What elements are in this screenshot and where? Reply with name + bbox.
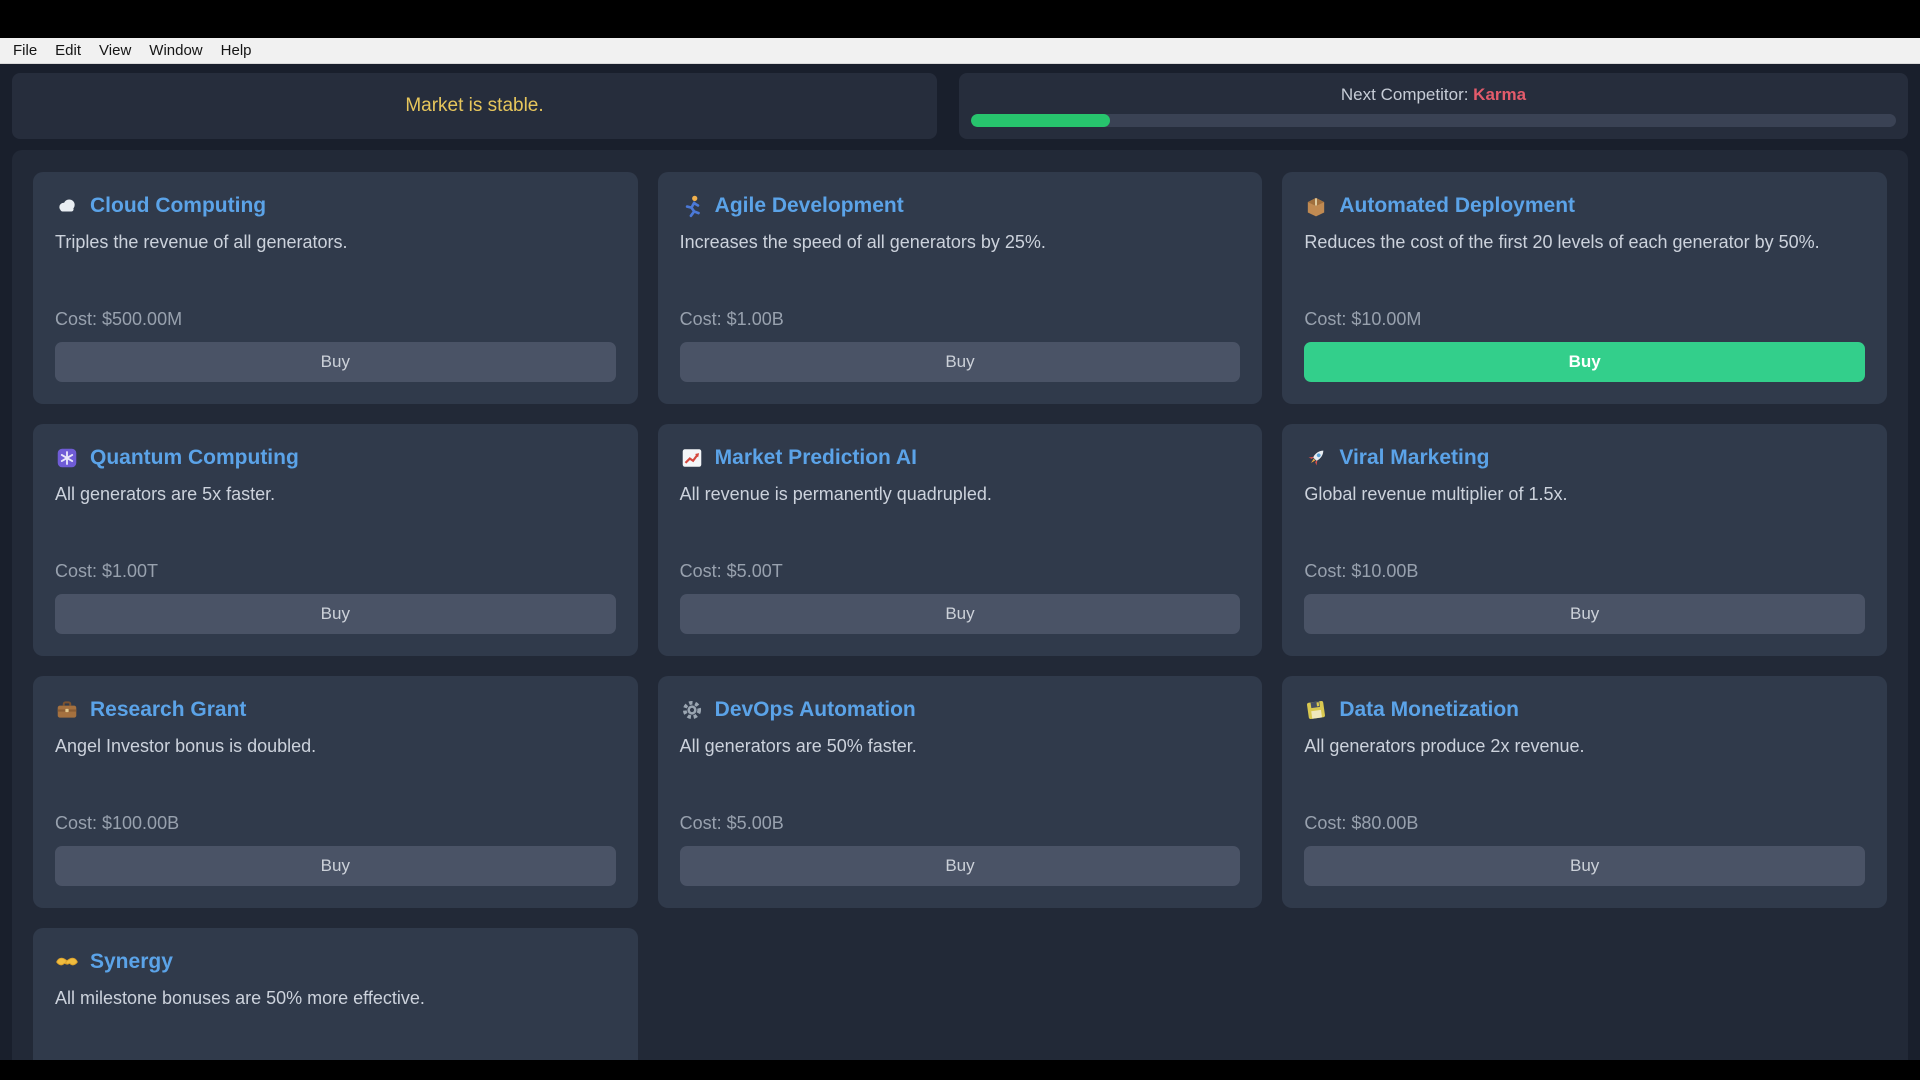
competitor-name: Karma [1473,85,1526,104]
buy-button[interactable]: Buy [55,594,616,634]
upgrade-description: Increases the speed of all generators by… [680,230,1241,255]
upgrade-description: All generators are 50% faster. [680,734,1241,759]
upgrade-title: Synergy [90,950,173,974]
app-content: Market is stable. Next Competitor: Karma… [0,64,1920,1080]
menubar: File Edit View Window Help [0,38,1920,64]
upgrade-cost: Cost: $5.00B [680,813,1241,834]
upgrade-description: Global revenue multiplier of 1.5x. [1304,482,1865,507]
upgrade-title: Agile Development [715,194,904,218]
competitor-panel: Next Competitor: Karma [959,73,1908,139]
upgrade-description: All revenue is permanently quadrupled. [680,482,1241,507]
upgrade-title-row: Quantum Computing [55,446,616,470]
market-status-message: Market is stable. [405,95,543,117]
quantum-chip-icon [55,446,79,470]
buy-button[interactable]: Buy [1304,594,1865,634]
upgrade-card-quantum-computing: Quantum Computing All generators are 5x … [33,424,638,656]
upgrade-cost: Cost: $80.00B [1304,813,1865,834]
upgrade-card-market-prediction-ai: Market Prediction AI All revenue is perm… [658,424,1263,656]
upgrade-description: All generators are 5x faster. [55,482,616,507]
status-row: Market is stable. Next Competitor: Karma [12,73,1908,139]
menu-edit[interactable]: Edit [46,42,90,59]
runner-icon [680,194,704,218]
upgrade-cost: Cost: $5.00T [680,561,1241,582]
upgrade-title-row: Synergy [55,950,616,974]
upgrade-card-devops-automation: DevOps Automation All generators are 50%… [658,676,1263,908]
floppy-disk-icon [1304,698,1328,722]
upgrade-card-research-grant: Research Grant Angel Investor bonus is d… [33,676,638,908]
handshake-icon [55,950,79,974]
competitor-progress-track [971,114,1896,127]
upgrade-title: Automated Deployment [1339,194,1575,218]
menu-view[interactable]: View [90,42,140,59]
upgrade-card-cloud-computing: Cloud Computing Triples the revenue of a… [33,172,638,404]
buy-button[interactable]: Buy [1304,846,1865,886]
buy-button[interactable]: Buy [55,846,616,886]
upgrade-title-row: Data Monetization [1304,698,1865,722]
upgrade-title: DevOps Automation [715,698,916,722]
upgrade-title: Data Monetization [1339,698,1519,722]
upgrade-cost: Cost: $100.00B [55,813,616,834]
competitor-label-text: Next Competitor: [1341,85,1473,104]
upgrade-card-viral-marketing: Viral Marketing Global revenue multiplie… [1282,424,1887,656]
briefcase-icon [55,698,79,722]
upgrade-card-data-monetization: Data Monetization All generators produce… [1282,676,1887,908]
upgrade-description: All milestone bonuses are 50% more effec… [55,986,616,1011]
competitor-progress-fill [971,114,1110,127]
menu-window[interactable]: Window [140,42,211,59]
upgrade-title-row: DevOps Automation [680,698,1241,722]
upgrades-grid: Cloud Computing Triples the revenue of a… [33,172,1887,1080]
upgrade-title-row: Market Prediction AI [680,446,1241,470]
chart-increasing-icon [680,446,704,470]
upgrade-title-row: Cloud Computing [55,194,616,218]
buy-button[interactable]: Buy [1304,342,1865,382]
menu-help[interactable]: Help [212,42,261,59]
upgrade-cost: Cost: $1.00B [680,309,1241,330]
upgrade-card-synergy: Synergy All milestone bonuses are 50% mo… [33,928,638,1080]
upgrade-title: Quantum Computing [90,446,299,470]
cloud-icon [55,194,79,218]
buy-button[interactable]: Buy [680,342,1241,382]
upgrade-description: Angel Investor bonus is doubled. [55,734,616,759]
upgrade-title-row: Research Grant [55,698,616,722]
menu-file[interactable]: File [4,42,46,59]
upgrade-cost: Cost: $10.00M [1304,309,1865,330]
upgrade-cost: Cost: $1.00T [55,561,616,582]
upgrade-cost: Cost: $10.00B [1304,561,1865,582]
upgrade-title-row: Automated Deployment [1304,194,1865,218]
gear-icon [680,698,704,722]
buy-button[interactable]: Buy [680,846,1241,886]
upgrade-title: Cloud Computing [90,194,266,218]
upgrade-title: Research Grant [90,698,246,722]
upgrade-title-row: Agile Development [680,194,1241,218]
upgrade-title: Viral Marketing [1339,446,1489,470]
buy-button[interactable]: Buy [55,342,616,382]
competitor-label: Next Competitor: Karma [971,85,1896,105]
top-black-bar [0,0,1920,38]
rocket-icon [1304,446,1328,470]
package-icon [1304,194,1328,218]
upgrade-title: Market Prediction AI [715,446,917,470]
upgrade-title-row: Viral Marketing [1304,446,1865,470]
market-status-panel: Market is stable. [12,73,937,139]
upgrade-card-automated-deployment: Automated Deployment Reduces the cost of… [1282,172,1887,404]
bottom-black-bar [0,1060,1920,1080]
upgrade-cost: Cost: $500.00M [55,309,616,330]
upgrade-card-agile-development: Agile Development Increases the speed of… [658,172,1263,404]
buy-button[interactable]: Buy [680,594,1241,634]
upgrade-description: Reduces the cost of the first 20 levels … [1304,230,1865,255]
upgrades-container: Cloud Computing Triples the revenue of a… [12,150,1908,1080]
upgrade-description: All generators produce 2x revenue. [1304,734,1865,759]
upgrade-description: Triples the revenue of all generators. [55,230,616,255]
